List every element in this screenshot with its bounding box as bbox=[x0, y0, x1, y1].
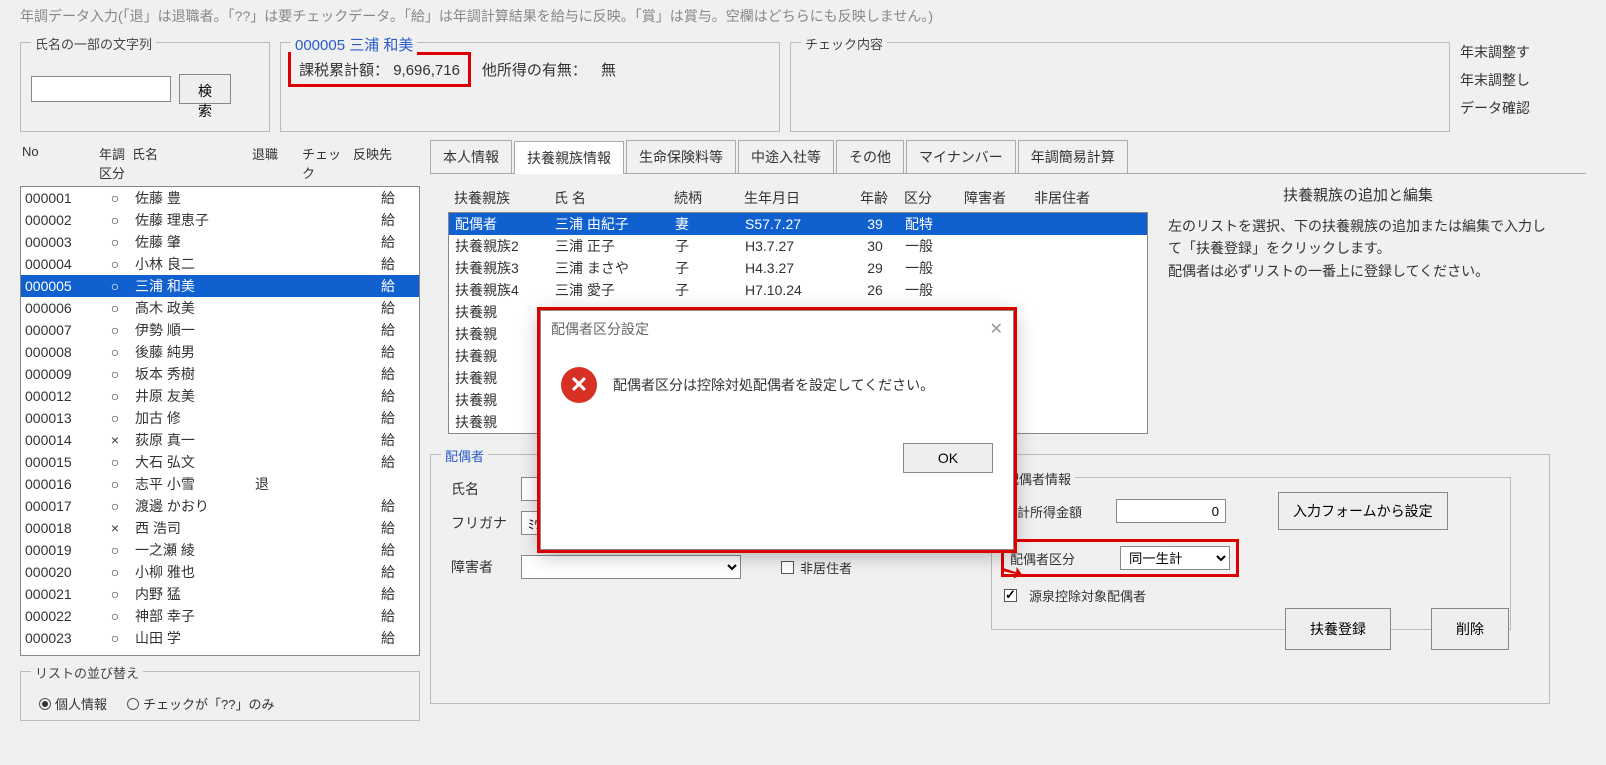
sort-radio-check-only[interactable]: チェックが「??」のみ bbox=[127, 694, 274, 713]
employee-row[interactable]: 000012○井原 友美給 bbox=[21, 385, 419, 407]
tab-0[interactable]: 本人情報 bbox=[430, 140, 512, 173]
spouse-kubun-dialog: 配偶者区分設定 ✕ ✕ 配偶者区分は控除対処配偶者を設定してください。 OK bbox=[540, 310, 1014, 550]
spouse-disability-select[interactable] bbox=[521, 555, 741, 579]
spouse-name-label: 氏名 bbox=[451, 479, 511, 499]
family-row[interactable]: 配偶者三浦 由紀子妻S57.7.2739配特 bbox=[449, 213, 1147, 235]
spouse-furigana-label: フリガナ bbox=[451, 513, 511, 533]
search-legend: 氏名の一部の文字列 bbox=[31, 34, 156, 53]
tab-bar: 本人情報扶養親族情報生命保険料等中途入社等その他マイナンバー年調簡易計算 bbox=[430, 140, 1586, 174]
nonresident-label: 非居住者 bbox=[800, 558, 852, 577]
employee-row[interactable]: 000004○小林 良二給 bbox=[21, 253, 419, 275]
link-yearend-adjust-not[interactable]: 年末調整し bbox=[1460, 70, 1530, 90]
family-side-help: 扶養親族の追加と編集 左のリストを選択、下の扶養親族の追加または編集で入力して「… bbox=[1168, 184, 1548, 434]
tab-6[interactable]: 年調簡易計算 bbox=[1018, 140, 1128, 173]
hdr-reflect: 反映先 bbox=[352, 144, 392, 182]
employee-row[interactable]: 000013○加古 修給 bbox=[21, 407, 419, 429]
family-side-title: 扶養親族の追加と編集 bbox=[1168, 184, 1548, 205]
dialog-ok-button[interactable]: OK bbox=[903, 443, 993, 473]
employee-row[interactable]: 000007○伊勢 順一給 bbox=[21, 319, 419, 341]
spouse-disability-label: 障害者 bbox=[451, 557, 511, 577]
employee-row[interactable]: 000009○坂本 秀樹給 bbox=[21, 363, 419, 385]
radio-icon bbox=[127, 698, 139, 710]
spouse-kubun-label: 配偶者区分 bbox=[1010, 549, 1110, 568]
nonresident-checkbox[interactable] bbox=[781, 561, 794, 574]
employee-row[interactable]: 000002○佐藤 理恵子給 bbox=[21, 209, 419, 231]
hdr-name: 氏名 bbox=[132, 144, 252, 182]
spouse-legend: 配偶者 bbox=[441, 446, 488, 465]
right-action-links: 年末調整す 年末調整し データ確認 bbox=[1460, 32, 1530, 132]
link-data-confirm[interactable]: データ確認 bbox=[1460, 98, 1530, 118]
dialog-message: 配偶者区分は控除対処配偶者を設定してください。 bbox=[613, 375, 934, 395]
employee-row[interactable]: 000020○小柳 雅也給 bbox=[21, 561, 419, 583]
delete-button[interactable]: 削除 bbox=[1431, 608, 1509, 650]
input-form-set-button[interactable]: 入力フォームから設定 bbox=[1278, 492, 1448, 530]
employee-list-header: No 年調 区分 氏名 退職 チェック 反映先 bbox=[20, 140, 420, 186]
sort-legend: リストの並び替え bbox=[31, 663, 143, 682]
family-side-text2: 配偶者は必ずリストの一番上に登録してください。 bbox=[1168, 260, 1548, 282]
employee-row[interactable]: 000014×荻原 真一給 bbox=[21, 429, 419, 451]
income-total-label: 合計所得金額 bbox=[1004, 502, 1104, 521]
employee-row[interactable]: 000017○渡邊 かおり給 bbox=[21, 495, 419, 517]
page-header-note: 年調データ入力(「退」は退職者。「??」は要チェックデータ。「給」は年調計算結果… bbox=[0, 0, 1606, 32]
tab-1[interactable]: 扶養親族情報 bbox=[514, 141, 624, 174]
tab-2[interactable]: 生命保険料等 bbox=[626, 140, 736, 173]
other-income-label: 他所得の有無： bbox=[482, 59, 587, 80]
employee-row[interactable]: 000015○大石 弘文給 bbox=[21, 451, 419, 473]
employee-row[interactable]: 000018×西 浩司給 bbox=[21, 517, 419, 539]
spouse-kubun-select[interactable]: 同一生計 bbox=[1120, 546, 1230, 570]
check-content-legend: チェック内容 bbox=[801, 34, 887, 53]
employee-row[interactable]: 000023○山田 学給 bbox=[21, 627, 419, 649]
error-icon: ✕ bbox=[561, 367, 597, 403]
search-input[interactable] bbox=[31, 76, 171, 102]
person-summary-fieldset: 000005 三浦 和美 課税累計額： 9,696,716 他所得の有無： 無 bbox=[280, 42, 780, 132]
employee-row[interactable]: 000021○内野 猛給 bbox=[21, 583, 419, 605]
check-content-fieldset: チェック内容 bbox=[790, 42, 1450, 132]
close-icon[interactable]: ✕ bbox=[990, 319, 1003, 339]
hdr-retired: 退職 bbox=[252, 144, 302, 182]
employee-row[interactable]: 000016○志平 小雪退 bbox=[21, 473, 419, 495]
family-table-header: 扶養親族 氏 名 続柄 生年月日 年齢 区分 障害者 非居住者 bbox=[448, 184, 1148, 212]
family-row[interactable]: 扶養親族2三浦 正子子H3.7.2730一般 bbox=[449, 235, 1147, 257]
employee-row[interactable]: 000005○三浦 和美給 bbox=[21, 275, 419, 297]
employee-row[interactable]: 000008○後藤 純男給 bbox=[21, 341, 419, 363]
family-row[interactable]: 扶養親族4三浦 愛子子H7.10.2426一般 bbox=[449, 279, 1147, 301]
employee-row[interactable]: 000022○神部 幸子給 bbox=[21, 605, 419, 627]
family-row[interactable]: 扶養親族3三浦 まさや子H4.3.2729一般 bbox=[449, 257, 1147, 279]
person-legend: 000005 三浦 和美 bbox=[291, 34, 417, 55]
employee-list[interactable]: 000001○佐藤 豊給000002○佐藤 理恵子給000003○佐藤 肇給00… bbox=[20, 186, 420, 656]
hdr-kubun: 年調 区分 bbox=[92, 144, 132, 182]
other-income-value: 無 bbox=[601, 59, 616, 80]
link-yearend-adjust-do[interactable]: 年末調整す bbox=[1460, 42, 1530, 62]
spouse-kubun-highlight: 配偶者区分 同一生計 bbox=[1004, 542, 1236, 574]
dialog-title: 配偶者区分設定 bbox=[551, 319, 649, 339]
tab-4[interactable]: その他 bbox=[836, 140, 904, 173]
search-button[interactable]: 検索 bbox=[179, 74, 231, 104]
employee-row[interactable]: 000019○一之瀬 綾給 bbox=[21, 539, 419, 561]
dependent-register-button[interactable]: 扶養登録 bbox=[1285, 608, 1391, 650]
employee-row[interactable]: 000006○髙木 政美給 bbox=[21, 297, 419, 319]
tax-total-highlight: 課税累計額： 9,696,716 bbox=[291, 55, 468, 84]
income-total-input[interactable] bbox=[1116, 499, 1226, 523]
tab-3[interactable]: 中途入社等 bbox=[738, 140, 834, 173]
tax-total-value: 9,696,716 bbox=[393, 62, 460, 79]
employee-row[interactable]: 000003○佐藤 肇給 bbox=[21, 231, 419, 253]
sort-fieldset: リストの並び替え 個人情報 チェックが「??」のみ bbox=[20, 671, 420, 721]
withholding-spouse-label: 源泉控除対象配偶者 bbox=[1029, 586, 1146, 605]
family-side-text1: 左のリストを選択、下の扶養親族の追加または編集で入力して「扶養登録」をクリックし… bbox=[1168, 215, 1548, 260]
radio-icon bbox=[39, 698, 51, 710]
tab-5[interactable]: マイナンバー bbox=[906, 140, 1016, 173]
search-fieldset: 氏名の一部の文字列 検索 bbox=[20, 42, 270, 132]
hdr-check: チェック bbox=[302, 144, 352, 182]
tax-total-label: 課税累計額： bbox=[299, 62, 389, 79]
sort-radio-personal[interactable]: 個人情報 bbox=[39, 694, 107, 713]
hdr-no: No bbox=[22, 144, 92, 182]
employee-row[interactable]: 000001○佐藤 豊給 bbox=[21, 187, 419, 209]
